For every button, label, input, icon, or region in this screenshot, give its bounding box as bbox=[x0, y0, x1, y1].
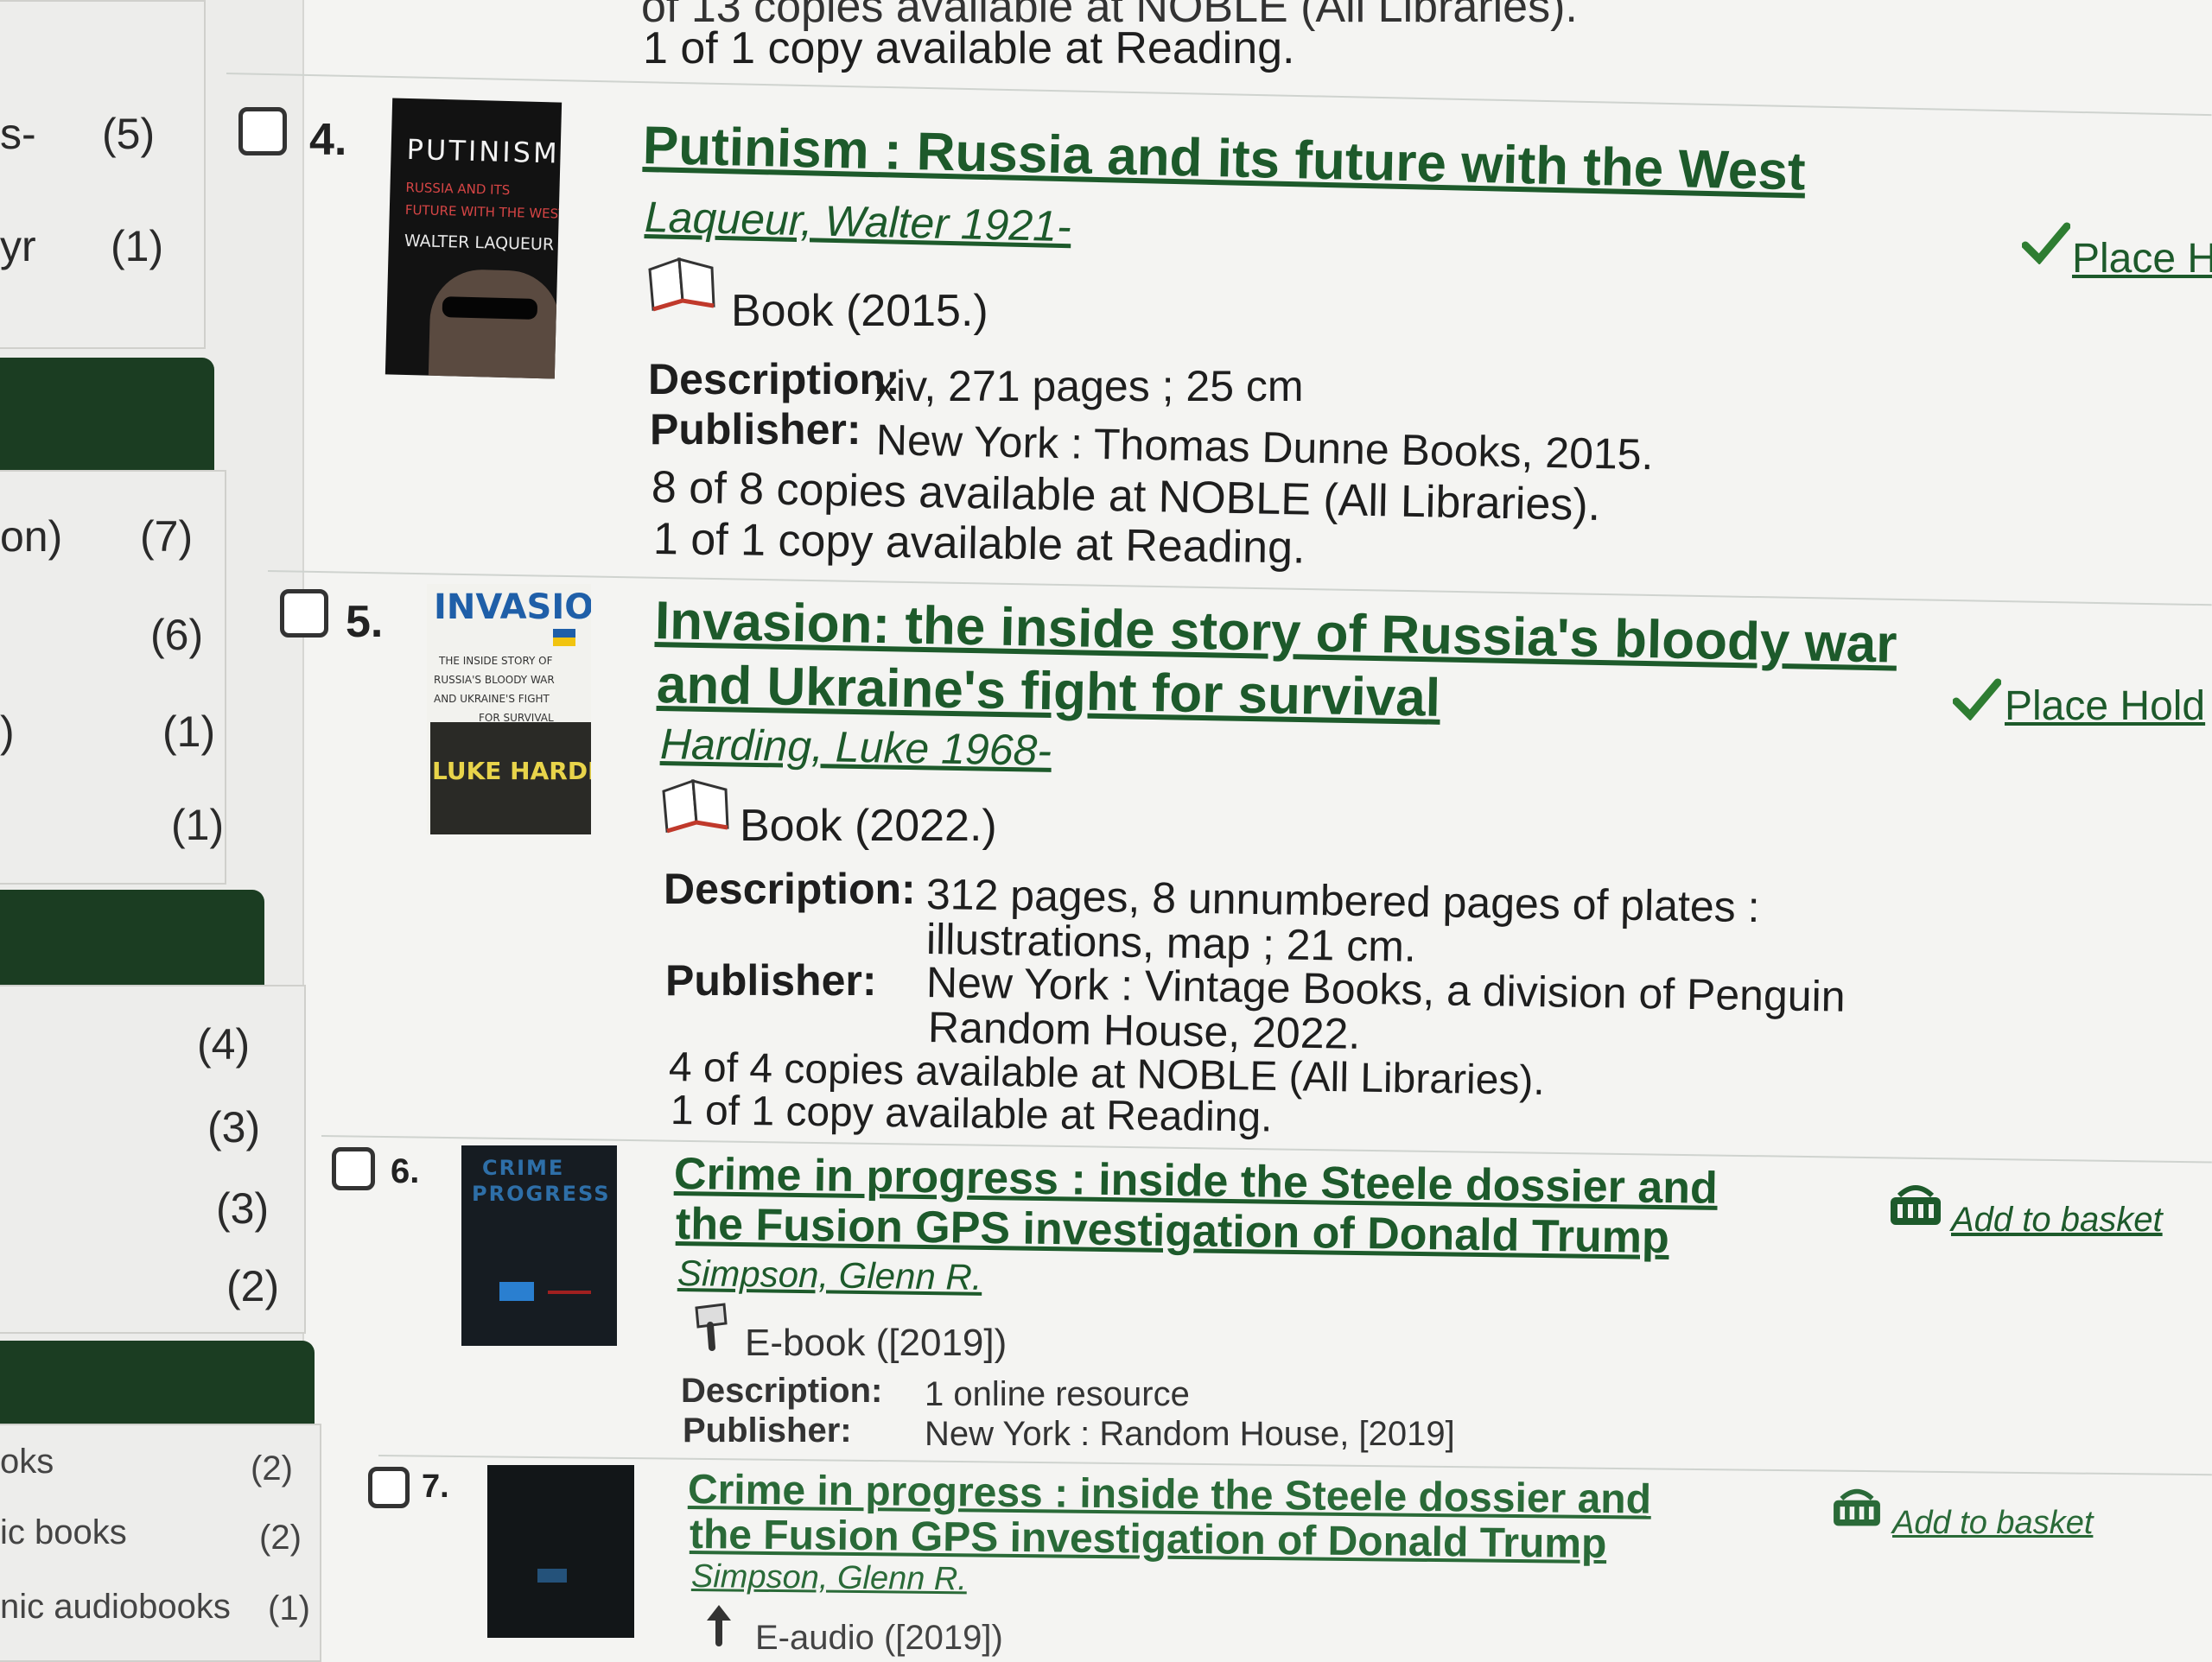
availability-reading: 1 of 1 copy available at Reading. bbox=[652, 514, 1306, 574]
result-number: 7. bbox=[422, 1469, 449, 1505]
facet-count: (7) bbox=[140, 512, 194, 561]
result-number: 5. bbox=[346, 597, 384, 647]
ebook-icon bbox=[695, 1303, 728, 1351]
author-link[interactable]: Simpson, Glenn R. bbox=[677, 1253, 982, 1298]
cover-image[interactable]: PUTINISM RUSSIA AND ITS FUTURE WITH THE … bbox=[385, 98, 563, 379]
eaudio-icon bbox=[707, 1605, 731, 1646]
publisher-value: New York : Random House, [2019] bbox=[925, 1415, 1455, 1453]
description-label: Description: bbox=[681, 1372, 883, 1410]
facet-label[interactable]: oks bbox=[0, 1443, 54, 1481]
cover-graphic bbox=[537, 1569, 567, 1583]
publisher-label: Publisher: bbox=[683, 1411, 852, 1449]
select-checkbox[interactable] bbox=[238, 107, 287, 155]
book-icon bbox=[662, 778, 729, 834]
cover-subtitle: RUSSIA AND ITS bbox=[405, 179, 511, 199]
description-label: Description: bbox=[648, 355, 900, 403]
select-checkbox[interactable] bbox=[280, 589, 328, 638]
result-title-link[interactable]: and Ukraine's fight for survival bbox=[656, 655, 1440, 728]
facet-label[interactable]: on) bbox=[0, 511, 62, 561]
facet-count[interactable]: (6) bbox=[150, 610, 203, 660]
facet-label[interactable]: nic audiobooks bbox=[0, 1588, 231, 1627]
format-label: Book (2015.) bbox=[731, 286, 988, 336]
facet-label[interactable]: yr bbox=[0, 221, 36, 271]
format-label: E-book ([2019]) bbox=[745, 1322, 1007, 1364]
facet-group-header[interactable] bbox=[0, 358, 214, 470]
facet-count: (1) bbox=[111, 222, 164, 270]
availability-reading: 1 of 1 copy available at Reading. bbox=[643, 23, 1295, 73]
availability-reading: 1 of 1 copy available at Reading. bbox=[670, 1088, 1273, 1141]
cover-sunglasses bbox=[442, 296, 538, 320]
select-checkbox[interactable] bbox=[368, 1467, 410, 1508]
cover-image[interactable]: CRIME PROGRESS bbox=[461, 1145, 617, 1346]
result-title-link[interactable]: Putinism : Russia and its future with th… bbox=[642, 116, 1806, 202]
facet-group-header[interactable] bbox=[0, 890, 264, 985]
book-icon bbox=[648, 257, 715, 312]
place-hold-link[interactable]: Place H bbox=[2072, 235, 2212, 282]
check-icon bbox=[1953, 678, 2001, 720]
cover-author: WALTER LAQUEUR bbox=[404, 231, 555, 255]
flag-yellow bbox=[553, 638, 575, 646]
results-list: of 13 copies available at NOBLE (All Lib… bbox=[226, 0, 2212, 1659]
description-label: Description: bbox=[664, 865, 916, 913]
cover-image[interactable] bbox=[487, 1465, 634, 1638]
description-value: 1 online resource bbox=[925, 1375, 1190, 1413]
format-label: E-audio ([2019]) bbox=[755, 1619, 1003, 1657]
facet-count: (5) bbox=[102, 110, 156, 158]
select-checkbox[interactable] bbox=[332, 1147, 375, 1190]
author-link[interactable]: Laqueur, Walter 1921- bbox=[644, 192, 1071, 251]
facet-count: (1) bbox=[162, 707, 216, 756]
cover-graphic bbox=[548, 1291, 591, 1294]
publisher-label: Publisher: bbox=[650, 405, 861, 454]
add-to-basket-link[interactable]: Add to basket bbox=[1951, 1201, 2163, 1240]
cover-subtitle: FUTURE WITH THE WEST bbox=[404, 201, 563, 222]
cover-author: LUKE HARDING bbox=[432, 757, 591, 785]
cover-title: CRIME bbox=[482, 1156, 565, 1180]
format-label: Book (2022.) bbox=[740, 801, 997, 851]
result-number: 4. bbox=[309, 115, 347, 165]
cover-graphic bbox=[499, 1282, 534, 1301]
flag-blue bbox=[553, 629, 575, 638]
basket-icon bbox=[1891, 1185, 1941, 1225]
basket-icon bbox=[1834, 1488, 1880, 1526]
result-number: 6. bbox=[391, 1152, 420, 1190]
cover-subtitle: THE INSIDE STORY OF bbox=[439, 655, 553, 667]
cover-title: PUTINISM bbox=[406, 132, 561, 170]
author-link[interactable]: Harding, Luke 1968- bbox=[659, 719, 1052, 776]
check-icon bbox=[2022, 222, 2070, 264]
cover-image[interactable]: INVASION THE INSIDE STORY OF RUSSIA'S BL… bbox=[427, 584, 591, 834]
cover-subtitle: RUSSIA'S BLOODY WAR bbox=[434, 674, 555, 686]
description-value: xiv, 271 pages ; 25 cm bbox=[874, 362, 1304, 410]
facet-label[interactable]: s- bbox=[0, 109, 36, 159]
publisher-label: Publisher: bbox=[665, 956, 877, 1005]
facet-group-1 bbox=[0, 0, 206, 349]
author-link[interactable]: Simpson, Glenn R. bbox=[691, 1558, 967, 1598]
cover-title: PROGRESS bbox=[472, 1182, 611, 1206]
cover-portrait bbox=[428, 268, 562, 379]
cover-subtitle: AND UKRAINE'S FIGHT bbox=[434, 693, 550, 705]
add-to-basket-link[interactable]: Add to basket bbox=[1892, 1505, 2093, 1542]
facet-label[interactable]: ic books bbox=[0, 1513, 127, 1552]
facet-count[interactable]: (1) bbox=[171, 800, 224, 850]
place-hold-link[interactable]: Place Hold bbox=[2005, 682, 2205, 730]
facet-label[interactable]: ) bbox=[0, 707, 15, 757]
cover-title: INVASION bbox=[434, 587, 591, 627]
